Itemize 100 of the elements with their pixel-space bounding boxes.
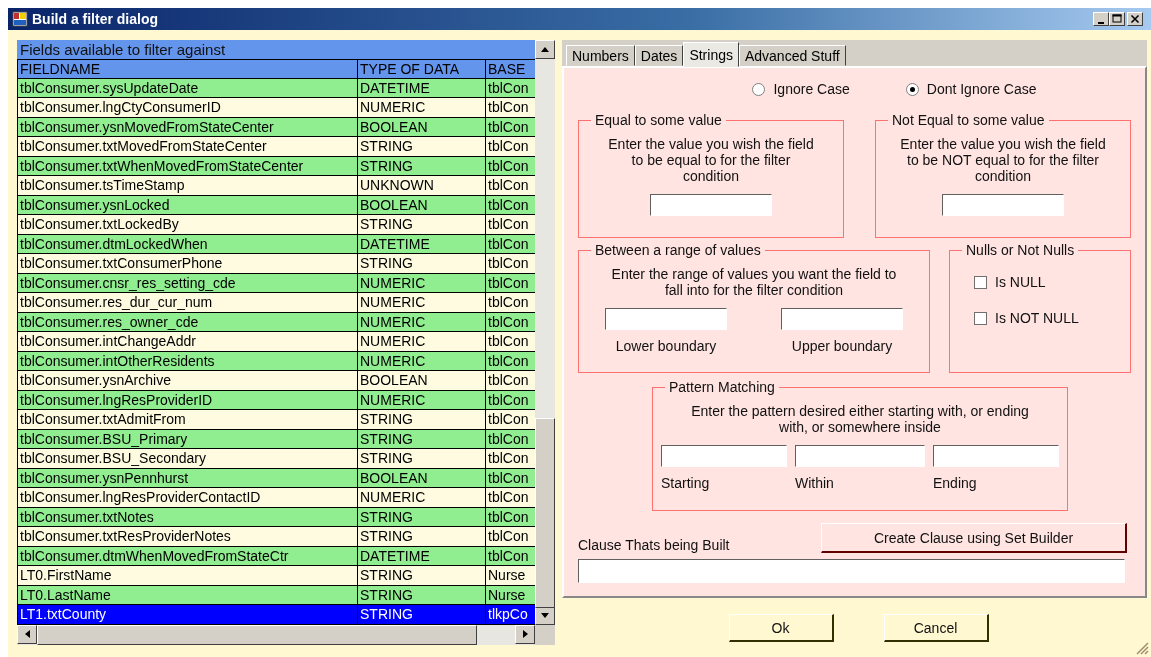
- table-cell[interactable]: tblConsumer.lngResProviderContactID: [17, 488, 358, 508]
- table-cell[interactable]: tblCon: [486, 488, 535, 508]
- table-cell[interactable]: tblCon: [486, 312, 535, 332]
- table-cell[interactable]: DATETIME: [358, 546, 486, 566]
- table-cell[interactable]: tblConsumer.txtConsumerPhone: [17, 254, 358, 274]
- column-header[interactable]: TYPE OF DATA: [358, 59, 486, 79]
- table-cell[interactable]: STRING: [358, 137, 486, 157]
- table-cell[interactable]: NUMERIC: [358, 312, 486, 332]
- tab[interactable]: Advanced Stuff: [738, 45, 846, 66]
- table-cell[interactable]: tblCon: [486, 527, 535, 547]
- table-cell[interactable]: STRING: [358, 585, 486, 605]
- table-cell[interactable]: tblConsumer.ysnPennhurst: [17, 468, 358, 488]
- table-cell[interactable]: tblConsumer.res_dur_cur_num: [17, 293, 358, 313]
- table-cell[interactable]: STRING: [358, 449, 486, 469]
- table-cell[interactable]: DATETIME: [358, 78, 486, 98]
- table-cell[interactable]: tblCon: [486, 273, 535, 293]
- table-cell[interactable]: LT1.txtCounty: [17, 605, 358, 625]
- table-cell[interactable]: tblCon: [486, 98, 535, 118]
- checkbox-label[interactable]: Is NOT NULL: [995, 310, 1079, 326]
- maximize-button[interactable]: [1109, 12, 1125, 26]
- horizontal-scrollbar[interactable]: [17, 624, 535, 645]
- table-cell[interactable]: STRING: [358, 566, 486, 586]
- table-cell[interactable]: tblConsumer.BSU_Primary: [17, 429, 358, 449]
- table-cell[interactable]: tblCon: [486, 351, 535, 371]
- table-cell[interactable]: DATETIME: [358, 234, 486, 254]
- cancel-button[interactable]: Cancel: [883, 614, 989, 642]
- table-cell[interactable]: NUMERIC: [358, 351, 486, 371]
- table-cell[interactable]: STRING: [358, 215, 486, 235]
- table-cell[interactable]: tblCon: [486, 137, 535, 157]
- table-cell[interactable]: tblConsumer.dtmLockedWhen: [17, 234, 358, 254]
- table-cell[interactable]: tblConsumer.res_owner_cde: [17, 312, 358, 332]
- checkbox[interactable]: [974, 311, 987, 325]
- table-cell[interactable]: Nurse: [486, 585, 535, 605]
- table-cell[interactable]: tblConsumer.txtAdmitFrom: [17, 410, 358, 430]
- table-cell[interactable]: tblCon: [486, 215, 535, 235]
- table-cell[interactable]: BOOLEAN: [358, 195, 486, 215]
- table-cell[interactable]: NUMERIC: [358, 332, 486, 352]
- table-cell[interactable]: tblConsumer.tsTimeStamp: [17, 176, 358, 196]
- table-cell[interactable]: tblConsumer.BSU_Secondary: [17, 449, 358, 469]
- table-cell[interactable]: STRING: [358, 507, 486, 527]
- table-cell[interactable]: tblCon: [486, 78, 535, 98]
- radio-button[interactable]: [905, 82, 919, 96]
- text-field[interactable]: [650, 194, 772, 216]
- table-cell[interactable]: UNKNOWN: [358, 176, 486, 196]
- table-cell[interactable]: LT0.LastName: [17, 585, 358, 605]
- table-cell[interactable]: tblConsumer.ysnArchive: [17, 371, 358, 391]
- table-cell[interactable]: tblConsumer.ysnMovedFromStateCenter: [17, 117, 358, 137]
- table-cell[interactable]: tlkpCo: [486, 605, 535, 625]
- table-cell[interactable]: tblCon: [486, 429, 535, 449]
- table-cell[interactable]: NUMERIC: [358, 488, 486, 508]
- column-header[interactable]: BASE: [486, 59, 535, 79]
- tab[interactable]: Dates: [634, 45, 684, 66]
- clause-field[interactable]: [578, 559, 1125, 583]
- table-cell[interactable]: LT0.FirstName: [17, 566, 358, 586]
- column-header[interactable]: FIELDNAME: [17, 59, 358, 79]
- scrollbar-thumb[interactable]: [535, 418, 555, 608]
- table-cell[interactable]: tblConsumer.txtNotes: [17, 507, 358, 527]
- table-cell[interactable]: tblConsumer.lngResProviderID: [17, 390, 358, 410]
- table-cell[interactable]: tblConsumer.cnsr_res_setting_cde: [17, 273, 358, 293]
- table-cell[interactable]: STRING: [358, 605, 486, 625]
- table-cell[interactable]: tblCon: [486, 332, 535, 352]
- table-cell[interactable]: tblCon: [486, 390, 535, 410]
- table-cell[interactable]: tblConsumer.intChangeAddr: [17, 332, 358, 352]
- table-cell[interactable]: tblConsumer.txtWhenMovedFromStateCenter: [17, 156, 358, 176]
- tab[interactable]: Strings: [683, 42, 739, 67]
- text-field[interactable]: [933, 445, 1059, 467]
- table-cell[interactable]: NUMERIC: [358, 273, 486, 293]
- scroll-up-button[interactable]: [535, 40, 555, 59]
- table-cell[interactable]: tblConsumer.lngCtyConsumerID: [17, 98, 358, 118]
- minimize-button[interactable]: [1093, 12, 1109, 26]
- table-cell[interactable]: BOOLEAN: [358, 371, 486, 391]
- radio-label[interactable]: Ignore Case: [773, 81, 850, 97]
- checkbox-label[interactable]: Is NULL: [995, 274, 1046, 290]
- table-cell[interactable]: tblCon: [486, 156, 535, 176]
- table-cell[interactable]: NUMERIC: [358, 293, 486, 313]
- table-cell[interactable]: STRING: [358, 410, 486, 430]
- ok-button[interactable]: Ok: [728, 614, 834, 642]
- table-cell[interactable]: tblConsumer.txtResProviderNotes: [17, 527, 358, 547]
- table-cell[interactable]: NUMERIC: [358, 98, 486, 118]
- table-cell[interactable]: tblCon: [486, 195, 535, 215]
- table-cell[interactable]: STRING: [358, 527, 486, 547]
- table-cell[interactable]: tblConsumer.txtLockedBy: [17, 215, 358, 235]
- table-cell[interactable]: tblConsumer.sysUpdateDate: [17, 78, 358, 98]
- tab[interactable]: Numbers: [566, 45, 635, 66]
- text-field[interactable]: [605, 308, 727, 330]
- table-cell[interactable]: STRING: [358, 429, 486, 449]
- text-field[interactable]: [781, 308, 903, 330]
- table-cell[interactable]: BOOLEAN: [358, 468, 486, 488]
- table-cell[interactable]: NUMERIC: [358, 390, 486, 410]
- table-cell[interactable]: tblCon: [486, 176, 535, 196]
- vertical-scrollbar[interactable]: [535, 40, 555, 625]
- radio-button[interactable]: [752, 82, 766, 96]
- table-cell[interactable]: tblCon: [486, 371, 535, 391]
- table-cell[interactable]: STRING: [358, 254, 486, 274]
- resize-grip-icon[interactable]: [1136, 642, 1149, 655]
- checkbox[interactable]: [974, 275, 987, 289]
- table-cell[interactable]: tblCon: [486, 449, 535, 469]
- table-cell[interactable]: tblCon: [486, 468, 535, 488]
- table-cell[interactable]: tblCon: [486, 117, 535, 137]
- text-field[interactable]: [795, 445, 925, 467]
